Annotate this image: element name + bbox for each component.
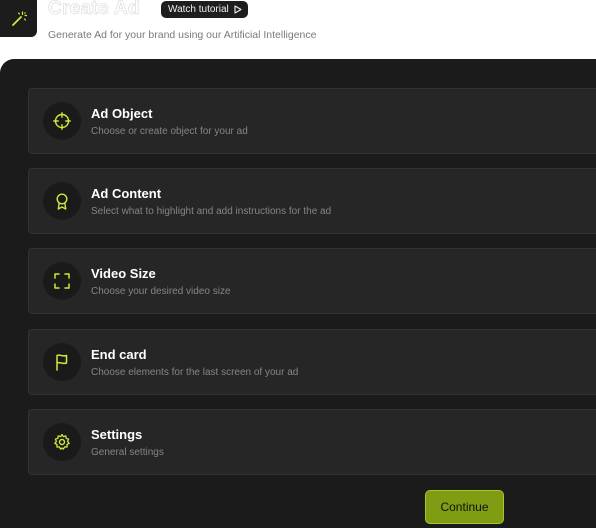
card-title: End card bbox=[91, 347, 147, 362]
target-icon bbox=[53, 112, 71, 130]
gear-icon bbox=[54, 433, 70, 450]
play-icon bbox=[234, 5, 242, 14]
card-description: Choose or create object for your ad bbox=[91, 126, 248, 137]
card-icon-wrap bbox=[43, 102, 81, 140]
page-header: Create Ad Watch tutorial Generate Ad for… bbox=[0, 0, 596, 60]
page-title: Create Ad bbox=[48, 0, 140, 19]
card-icon-wrap bbox=[43, 423, 81, 461]
card-ad-object[interactable]: Ad Object Choose or create object for yo… bbox=[28, 88, 596, 154]
flag-icon bbox=[56, 354, 68, 371]
card-video-size[interactable]: Video Size Choose your desired video siz… bbox=[28, 248, 596, 314]
award-ribbon-icon bbox=[56, 193, 68, 210]
card-ad-content[interactable]: Ad Content Select what to highlight and … bbox=[28, 168, 596, 234]
card-end-card[interactable]: End card Choose elements for the last sc… bbox=[28, 329, 596, 395]
card-description: Choose your desired video size bbox=[91, 286, 231, 297]
card-settings[interactable]: Settings General settings bbox=[28, 409, 596, 475]
card-title: Video Size bbox=[91, 266, 156, 281]
card-description: Choose elements for the last screen of y… bbox=[91, 367, 299, 378]
app-logo bbox=[0, 0, 37, 37]
card-icon-wrap bbox=[43, 343, 81, 381]
ad-settings-panel: Ad Object Choose or create object for yo… bbox=[0, 59, 596, 528]
frame-corners-icon bbox=[54, 273, 70, 289]
card-title: Ad Object bbox=[91, 106, 153, 121]
continue-button[interactable]: Continue bbox=[425, 490, 504, 524]
card-icon-wrap bbox=[43, 182, 81, 220]
magic-wand-icon bbox=[11, 10, 27, 26]
card-title: Settings bbox=[91, 427, 143, 442]
page-subtitle: Generate Ad for your brand using our Art… bbox=[48, 29, 317, 41]
card-title: Ad Content bbox=[91, 186, 162, 201]
card-description: Select what to highlight and add instruc… bbox=[91, 206, 332, 217]
card-icon-wrap bbox=[43, 262, 81, 300]
card-description: General settings bbox=[91, 447, 164, 458]
watch-tutorial-label: Watch tutorial bbox=[168, 4, 229, 15]
watch-tutorial-button[interactable]: Watch tutorial bbox=[161, 1, 248, 18]
